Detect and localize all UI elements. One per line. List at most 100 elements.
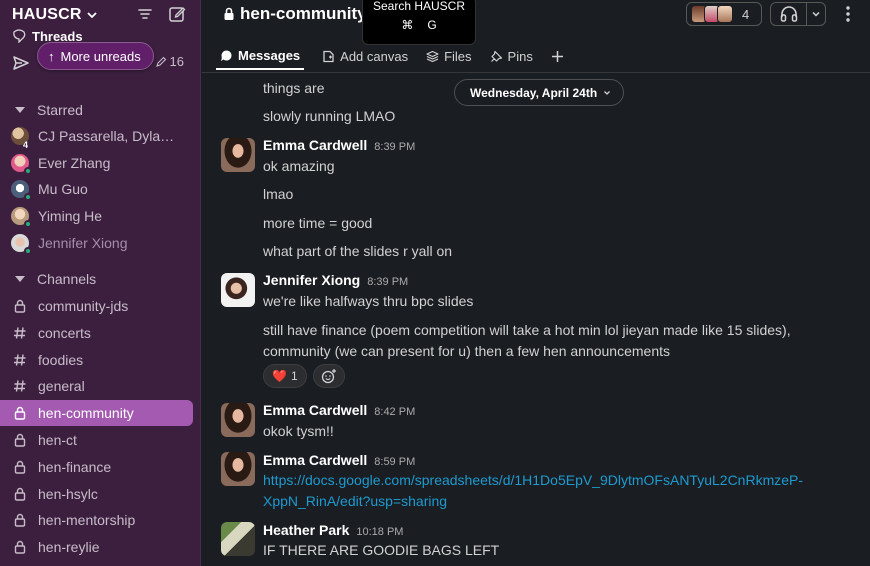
tab-files[interactable]: Files [426, 42, 472, 70]
members-button[interactable]: 4 [686, 2, 762, 26]
plus-icon [551, 50, 563, 62]
message-icon [221, 50, 232, 61]
channel-header: hen-community Search HAUSCR ⌘ G 4 [202, 0, 870, 45]
channel-view: hen-community Search HAUSCR ⌘ G 4 Messag… [202, 0, 870, 566]
add-emoji-icon [321, 369, 336, 384]
avatar[interactable] [221, 403, 255, 437]
message-text: IF THERE ARE GOODIE BAGS LEFT [263, 542, 500, 558]
message-header: Emma Cardwell 8:39 PM [263, 137, 415, 153]
author-name[interactable]: Emma Cardwell [263, 402, 367, 418]
avatar [11, 207, 32, 228]
message-text: more time = good [263, 215, 373, 231]
section-label: Starred [37, 102, 83, 118]
spreadsheet-link[interactable]: https://docs.google.com/spreadsheets/d/1… [263, 470, 803, 491]
reaction-count: 1 [290, 369, 298, 383]
section-starred[interactable]: Starred [12, 99, 83, 121]
more-unreads-label: More unreads [60, 48, 141, 64]
compose-icon[interactable] [168, 5, 186, 23]
lock-icon [10, 510, 30, 530]
timestamp[interactable]: 8:42 PM [374, 406, 415, 418]
headphones-icon[interactable] [771, 3, 807, 25]
workspace-actions [136, 5, 186, 23]
sidebar-item-dm[interactable]: Ever Zhang [0, 150, 200, 176]
sidebar-item-dm[interactable]: Yiming He [0, 203, 200, 229]
avatar [717, 5, 733, 23]
date-divider-button[interactable]: Wednesday, April 24th [454, 79, 625, 106]
avatar[interactable] [221, 452, 255, 486]
arrow-up-icon: ↑ [48, 48, 55, 64]
lock-icon [10, 537, 30, 557]
sidebar-item-label: Jennifer Xiong [38, 235, 128, 251]
sidebar-item-channel[interactable]: community-jds [0, 293, 200, 319]
lock-icon [10, 403, 30, 423]
avatar[interactable] [221, 138, 255, 172]
tab-label: Messages [238, 47, 301, 63]
sidebar-item-channel[interactable]: foodies [0, 347, 200, 373]
timestamp[interactable]: 10:18 PM [356, 526, 403, 538]
online-status-dot [24, 167, 32, 175]
avatar: 4 [11, 127, 29, 150]
sidebar-item-channel[interactable]: hen-finance [0, 454, 200, 480]
timestamp[interactable]: 8:59 PM [374, 456, 415, 468]
sidebar-item-channel[interactable]: hen-hsylc [0, 481, 200, 507]
message-text: slowly running LMAO [263, 108, 396, 124]
sidebar-item-channel[interactable]: hen-reylie [0, 534, 200, 560]
avatar[interactable] [221, 273, 255, 307]
spreadsheet-link[interactable]: XppN_RinA/edit?usp=sharing [263, 491, 447, 512]
tab-pins[interactable]: Pins [490, 42, 533, 70]
avatar[interactable] [221, 522, 255, 556]
canvas-icon [323, 50, 334, 62]
timestamp[interactable]: 8:39 PM [374, 141, 415, 153]
add-reaction-button[interactable] [312, 364, 345, 388]
sidebar-item-label: community-jds [38, 298, 129, 314]
sidebar-item-label: Yiming He [38, 208, 103, 224]
sidebar-item-dm-group[interactable]: 4 CJ Passarella, Dylan ... [0, 123, 200, 150]
huddle-button[interactable] [770, 2, 826, 26]
reaction-heart[interactable]: ❤️ 1 [263, 364, 307, 388]
sidebar-item-channel[interactable]: hen-community [0, 400, 193, 426]
caret-down-icon [15, 276, 25, 282]
channel-tabs: Messages Add canvas Files Pins [216, 42, 564, 72]
sidebar-item-label: hen-community [38, 405, 134, 421]
tab-label: Pins [507, 48, 533, 64]
more-options-icon[interactable] [840, 4, 856, 24]
sidebar-item-label: CJ Passarella, Dylan ... [38, 128, 178, 144]
filter-icon[interactable] [136, 5, 154, 23]
online-status-dot [24, 220, 32, 228]
hash-icon [10, 376, 30, 396]
workspace-name[interactable]: HAUSCR [12, 6, 82, 24]
sidebar-item-channel[interactable]: hen-mentorship [0, 507, 200, 533]
online-status-dot [24, 247, 32, 255]
chevron-down-icon [604, 90, 611, 95]
reactions-bar: ❤️ 1 [263, 364, 345, 388]
timestamp[interactable]: 8:39 PM [367, 276, 408, 288]
sidebar-item-channel[interactable]: concerts [0, 320, 200, 346]
threads-icon [13, 29, 26, 43]
chevron-down-icon[interactable] [807, 9, 825, 19]
author-name[interactable]: Jennifer Xiong [263, 272, 360, 288]
tab-messages[interactable]: Messages [216, 42, 305, 70]
shortcut-keys: ⌘ G [363, 18, 475, 32]
shortcut-key: ⌘ [401, 18, 414, 32]
section-channels[interactable]: Channels [12, 268, 96, 290]
sidebar-item-dm[interactable]: Mu Guo [0, 176, 200, 202]
channel-title-button[interactable]: hen-community [222, 4, 367, 24]
sidebar-item-label: hen-finance [38, 459, 112, 475]
message-text: things are [263, 80, 325, 96]
author-name[interactable]: Emma Cardwell [263, 452, 367, 468]
pin-icon [490, 50, 502, 62]
files-icon [426, 50, 439, 62]
sidebar-item-channel[interactable]: hen-ct [0, 427, 200, 453]
sidebar-item-channel[interactable]: general [0, 373, 200, 399]
author-name[interactable]: Heather Park [263, 522, 349, 538]
sidebar-item-dm[interactable]: Jennifer Xiong [0, 230, 200, 256]
add-tab-button[interactable] [551, 42, 564, 70]
date-divider-label: Wednesday, April 24th [470, 85, 598, 100]
lock-icon [224, 7, 234, 20]
author-name[interactable]: Emma Cardwell [263, 137, 367, 153]
section-label: Channels [37, 271, 97, 287]
draft-count-value: 16 [169, 54, 184, 69]
more-unreads-button[interactable]: ↑ More unreads [37, 42, 154, 70]
avatar [11, 180, 32, 201]
tab-add-canvas[interactable]: Add canvas [322, 42, 408, 70]
